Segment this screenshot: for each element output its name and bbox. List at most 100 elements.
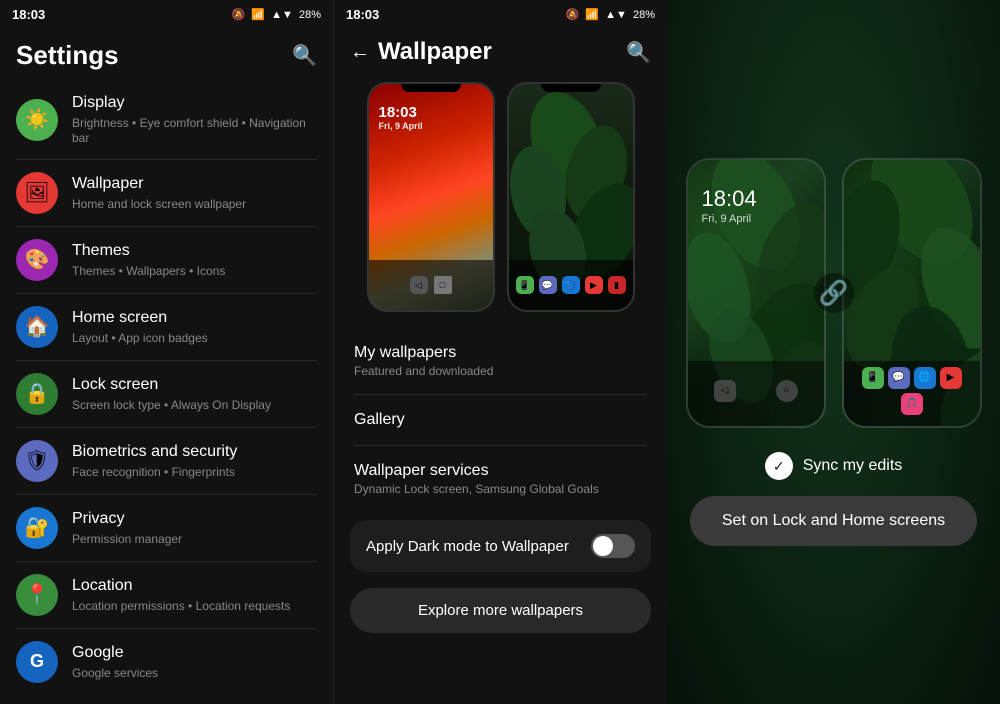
app-dot-2b: 💬: [539, 276, 557, 294]
divider-5: [16, 427, 317, 428]
settings-item-location[interactable]: 📍 Location Location permissions • Locati…: [8, 564, 325, 626]
my-wallpapers-title: My wallpapers: [354, 344, 647, 362]
divider-2: [16, 226, 317, 227]
settings-item-display[interactable]: ☀️ Display Brightness • Eye comfort shie…: [8, 83, 325, 157]
settings-list: ☀️ Display Brightness • Eye comfort shie…: [0, 79, 333, 704]
themes-name: Themes: [72, 241, 317, 262]
themes-desc: Themes • Wallpapers • Icons: [72, 264, 317, 280]
explore-wallpapers-button[interactable]: Explore more wallpapers: [350, 588, 651, 633]
biometrics-text: Biometrics and security Face recognition…: [72, 442, 317, 480]
status-bar-1: 18:03 🔕 📶 ▲▼ 28%: [0, 0, 333, 28]
wallpaper-name: Wallpaper: [72, 174, 317, 195]
settings-panel: 18:03 🔕 📶 ▲▼ 28% Settings 🔍 ☀️ Display B…: [0, 0, 333, 704]
home-app-4: ▶: [940, 367, 962, 389]
privacy-icon: 🔐: [16, 507, 58, 549]
settings-item-lockscreen[interactable]: 🔒 Lock screen Screen lock type • Always …: [8, 363, 325, 425]
status-time-1: 18:03: [12, 7, 45, 22]
display-desc: Brightness • Eye comfort shield • Naviga…: [72, 116, 317, 147]
wallpaper-option-gallery[interactable]: Gallery: [346, 395, 655, 445]
app-dot-2e: ▮: [608, 276, 626, 294]
location-desc: Location permissions • Location requests: [72, 599, 317, 615]
dark-mode-toggle-row[interactable]: Apply Dark mode to Wallpaper: [350, 520, 651, 572]
link-icon: 🔗: [814, 273, 854, 313]
sync-check-icon: ✓: [765, 452, 793, 480]
wallpaper-header-left: ← Wallpaper: [350, 38, 492, 66]
themes-text: Themes Themes • Wallpapers • Icons: [72, 241, 317, 279]
lockscreen-icon: 🔒: [16, 373, 58, 415]
lock-nav-1: ◁: [714, 380, 736, 402]
app-icon-1a: ◁: [410, 276, 428, 294]
toggle-knob: [593, 536, 613, 556]
wallpaper-panel: 18:03 🔕 📶 ▲▼ 28% ← Wallpaper 🔍 18:03 Fri…: [333, 0, 667, 704]
home-app-1: 📱: [862, 367, 884, 389]
themes-icon: 🎨: [16, 239, 58, 281]
divider-1: [16, 159, 317, 160]
wallpaper-option-my[interactable]: My wallpapers Featured and downloaded: [346, 328, 655, 394]
lockscreen-name: Lock screen: [72, 375, 317, 396]
phone-preview-lock[interactable]: 18:03 Fri, 9 April ◁ □: [367, 82, 495, 312]
preview-lock-big-time: 18:04: [702, 188, 757, 210]
dark-mode-toggle[interactable]: [591, 534, 635, 558]
biometrics-desc: Face recognition • Fingerprints: [72, 465, 317, 481]
settings-item-google[interactable]: G Google Google services: [8, 631, 325, 693]
divider-8: [16, 628, 317, 629]
divider-3: [16, 293, 317, 294]
settings-item-homescreen[interactable]: 🏠 Home screen Layout • App icon badges: [8, 296, 325, 358]
app-dot-2d: ▶: [585, 276, 603, 294]
preview-phone-home[interactable]: 📱 💬 🌐 ▶ 🎵: [842, 158, 982, 428]
settings-title: Settings: [16, 40, 119, 71]
location-text: Location Location permissions • Location…: [72, 576, 317, 614]
back-icon[interactable]: ←: [350, 41, 370, 64]
search-icon-settings[interactable]: 🔍: [292, 43, 317, 68]
divider-6: [16, 494, 317, 495]
phone-bottom-bar-2: 📱 💬 🔵 ▶ ▮: [509, 260, 633, 310]
phone-time-overlay-1: 18:03 Fri, 9 April: [379, 104, 423, 131]
phone-preview-home[interactable]: 📱 💬 🔵 ▶ ▮: [507, 82, 635, 312]
dark-mode-label: Apply Dark mode to Wallpaper: [366, 538, 569, 555]
set-wallpaper-button[interactable]: Set on Lock and Home screens: [690, 496, 977, 546]
app-dot-2a: 📱: [516, 276, 534, 294]
divider-4: [16, 360, 317, 361]
services-desc: Dynamic Lock screen, Samsung Global Goal…: [354, 482, 647, 496]
preview-lock-time: 18:04 Fri, 9 April: [702, 188, 757, 225]
my-wallpapers-desc: Featured and downloaded: [354, 364, 647, 378]
preview-lock-bottom: ◁ ○: [688, 361, 824, 426]
homescreen-name: Home screen: [72, 308, 317, 329]
google-text: Google Google services: [72, 643, 317, 681]
preview-phones: 18:04 Fri, 9 April ◁ ○: [686, 158, 982, 428]
settings-item-themes[interactable]: 🎨 Themes Themes • Wallpapers • Icons: [8, 229, 325, 291]
homescreen-desc: Layout • App icon badges: [72, 331, 317, 347]
preview-lock-date: Fri, 9 April: [702, 213, 757, 225]
lock-nav-2: ○: [776, 380, 798, 402]
display-name: Display: [72, 93, 317, 114]
app-dot-2c: 🔵: [562, 276, 580, 294]
settings-item-privacy[interactable]: 🔐 Privacy Permission manager: [8, 497, 325, 559]
lockscreen-desc: Screen lock type • Always On Display: [72, 398, 317, 414]
google-icon: G: [16, 641, 58, 683]
preview-time-1: 18:03: [379, 104, 423, 121]
google-desc: Google services: [72, 666, 317, 682]
wallpaper-icon: 🖼: [16, 172, 58, 214]
phone-bottom-bar-1: ◁ □: [369, 260, 493, 310]
wallpaper-options-list: My wallpapers Featured and downloaded Ga…: [334, 328, 667, 704]
home-app-2: 💬: [888, 367, 910, 389]
wallpaper-text: Wallpaper Home and lock screen wallpaper: [72, 174, 317, 212]
settings-item-wallpaper[interactable]: 🖼 Wallpaper Home and lock screen wallpap…: [8, 162, 325, 224]
preview-phone-lock[interactable]: 18:04 Fri, 9 April ◁ ○: [686, 158, 826, 428]
status-time-2: 18:03: [346, 7, 379, 22]
display-text: Display Brightness • Eye comfort shield …: [72, 93, 317, 147]
preview-date-1: Fri, 9 April: [379, 121, 423, 131]
search-icon-wallpaper[interactable]: 🔍: [626, 40, 651, 65]
privacy-name: Privacy: [72, 509, 317, 530]
wallpaper-header: ← Wallpaper 🔍: [334, 28, 667, 74]
location-icon: 📍: [16, 574, 58, 616]
divider-7: [16, 561, 317, 562]
privacy-desc: Permission manager: [72, 532, 317, 548]
wallpaper-option-services[interactable]: Wallpaper services Dynamic Lock screen, …: [346, 446, 655, 512]
lockscreen-text: Lock screen Screen lock type • Always On…: [72, 375, 317, 413]
google-name: Google: [72, 643, 317, 664]
wallpaper-title: Wallpaper: [378, 38, 492, 66]
preview-panel: 18:04 Fri, 9 April ◁ ○: [667, 0, 1000, 704]
status-icons-1: 🔕 📶 ▲▼ 28%: [231, 8, 321, 21]
settings-item-biometrics[interactable]: 🛡 Biometrics and security Face recogniti…: [8, 430, 325, 492]
